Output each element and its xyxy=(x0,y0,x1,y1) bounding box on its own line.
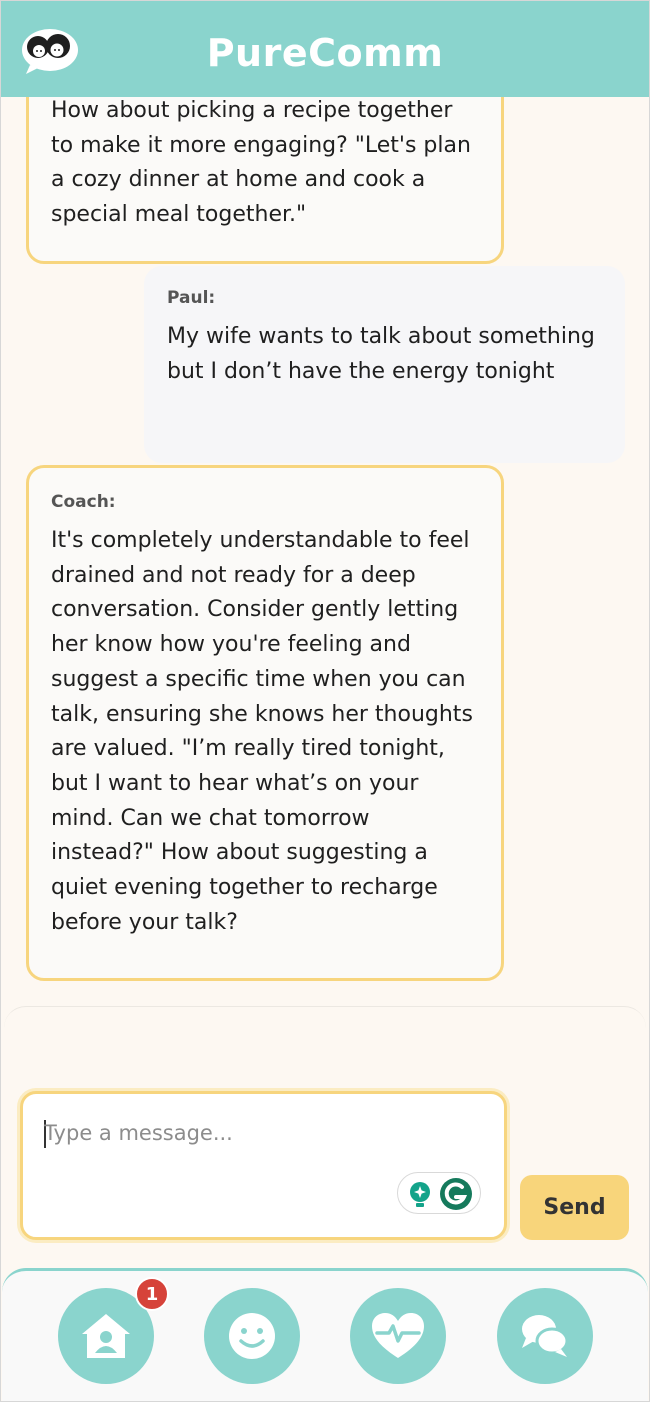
nav-health-button[interactable] xyxy=(350,1288,446,1384)
notification-badge: 1 xyxy=(135,1277,169,1311)
chat-bubbles-icon xyxy=(522,1315,569,1357)
heartbeat-icon xyxy=(372,1313,424,1358)
coach-message: Coach: It's completely understandable to… xyxy=(26,465,504,981)
coach-message: How about picking a recipe together to m… xyxy=(26,97,504,264)
message-input-placeholder: Type a message... xyxy=(44,1121,233,1145)
couple-logo-icon[interactable] xyxy=(20,27,80,77)
nav-mood-button[interactable] xyxy=(204,1288,300,1384)
smiley-icon xyxy=(229,1313,275,1359)
message-sender: Coach: xyxy=(51,492,116,512)
home-icon xyxy=(82,1314,130,1358)
grammarly-widget[interactable] xyxy=(397,1172,481,1214)
send-button[interactable]: Send xyxy=(520,1175,629,1240)
message-text: It's completely understandable to feel d… xyxy=(51,528,473,935)
grammarly-icon xyxy=(410,1178,472,1210)
user-message: Paul: My wife wants to talk about someth… xyxy=(144,266,625,463)
nav-chat-button[interactable] xyxy=(497,1288,593,1384)
chat-thread[interactable]: How about picking a recipe together to m… xyxy=(0,97,650,1007)
app-header: PureComm xyxy=(0,0,650,97)
message-text: How about picking a recipe together to m… xyxy=(51,98,471,228)
message-sender: Paul: xyxy=(167,288,216,308)
message-input[interactable]: Type a message... xyxy=(20,1091,507,1240)
message-text: My wife wants to talk about something bu… xyxy=(167,324,595,384)
app-title: PureComm xyxy=(206,30,444,75)
